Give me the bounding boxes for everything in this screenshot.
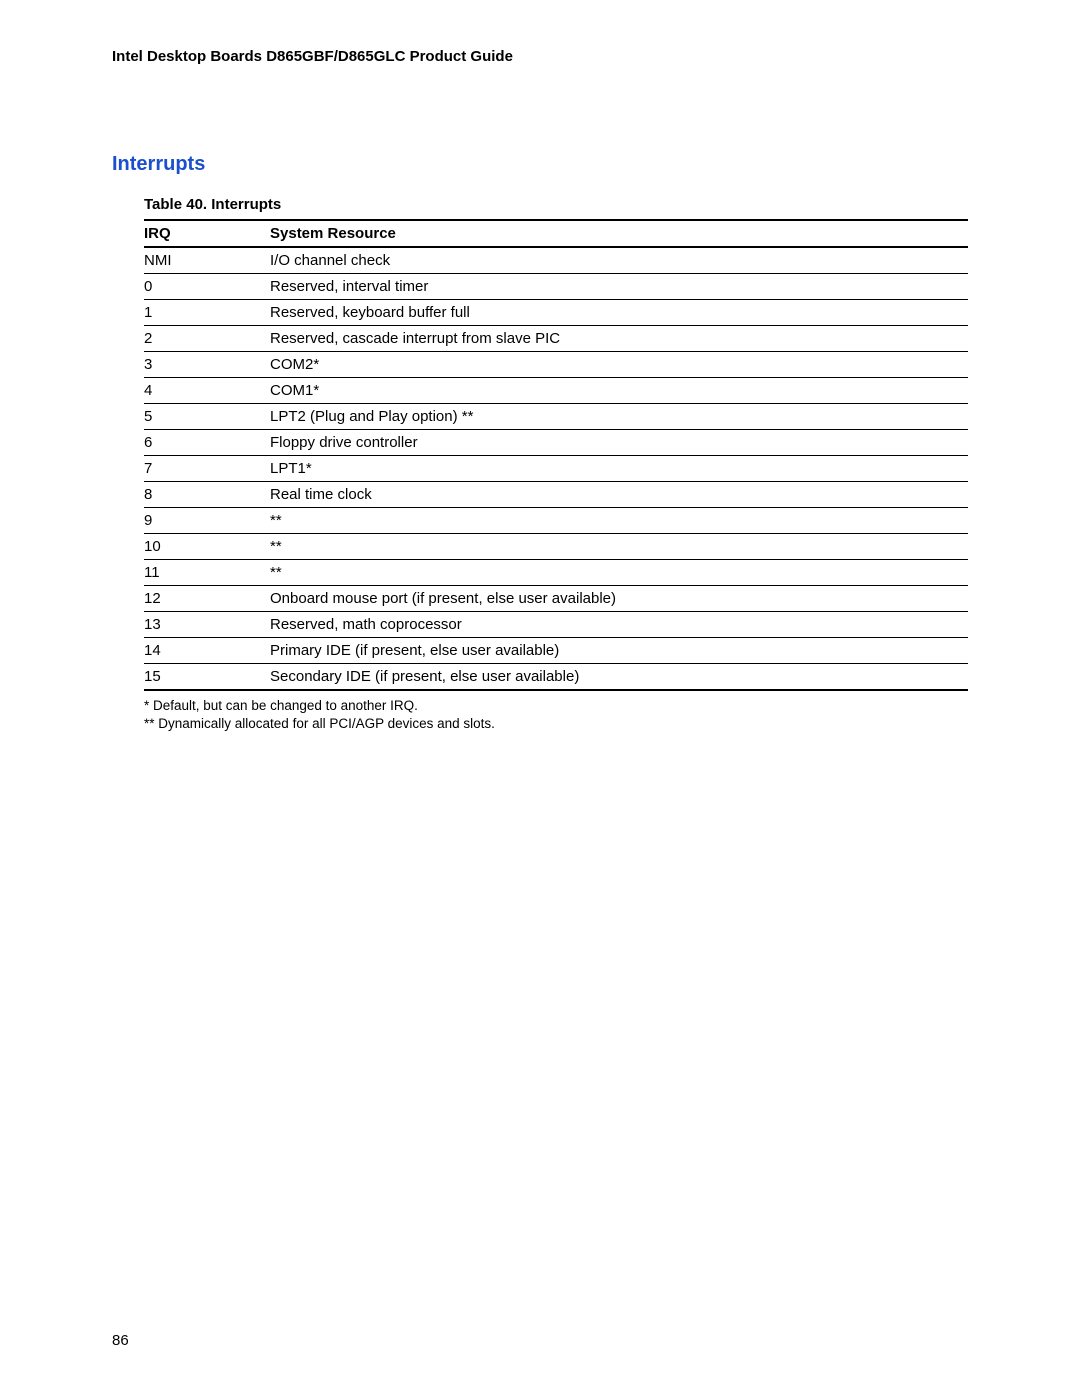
cell-irq: 15: [144, 664, 270, 691]
cell-irq: 11: [144, 560, 270, 586]
table-row: 13Reserved, math coprocessor: [144, 612, 968, 638]
cell-resource: Reserved, cascade interrupt from slave P…: [270, 326, 968, 352]
table-row: 6Floppy drive controller: [144, 430, 968, 456]
cell-resource: COM2*: [270, 352, 968, 378]
cell-resource: Floppy drive controller: [270, 430, 968, 456]
running-header: Intel Desktop Boards D865GBF/D865GLC Pro…: [112, 48, 968, 65]
cell-resource: **: [270, 560, 968, 586]
cell-irq: 9: [144, 508, 270, 534]
cell-resource: Reserved, interval timer: [270, 274, 968, 300]
cell-resource: **: [270, 508, 968, 534]
table-row: 4COM1*: [144, 378, 968, 404]
cell-resource: Reserved, keyboard buffer full: [270, 300, 968, 326]
cell-irq: 13: [144, 612, 270, 638]
cell-irq: 6: [144, 430, 270, 456]
cell-irq: 2: [144, 326, 270, 352]
cell-irq: 1: [144, 300, 270, 326]
table-row: 9**: [144, 508, 968, 534]
section-heading-interrupts: Interrupts: [112, 153, 968, 176]
table-row: 10**: [144, 534, 968, 560]
cell-resource: Secondary IDE (if present, else user ava…: [270, 664, 968, 691]
column-header-irq: IRQ: [144, 220, 270, 247]
interrupts-table: IRQ System Resource NMII/O channel check…: [144, 219, 968, 691]
table-row: 5LPT2 (Plug and Play option) **: [144, 404, 968, 430]
cell-irq: 10: [144, 534, 270, 560]
cell-irq: 7: [144, 456, 270, 482]
cell-irq: 8: [144, 482, 270, 508]
cell-irq: 0: [144, 274, 270, 300]
table-row: 11**: [144, 560, 968, 586]
cell-irq: 12: [144, 586, 270, 612]
table-row: 3COM2*: [144, 352, 968, 378]
table-row: 7LPT1*: [144, 456, 968, 482]
cell-resource: LPT2 (Plug and Play option) **: [270, 404, 968, 430]
page-number: 86: [112, 1332, 129, 1349]
cell-irq: 4: [144, 378, 270, 404]
footnote-2: ** Dynamically allocated for all PCI/AGP…: [144, 715, 968, 733]
cell-irq: 14: [144, 638, 270, 664]
cell-resource: Reserved, math coprocessor: [270, 612, 968, 638]
table-row: 2Reserved, cascade interrupt from slave …: [144, 326, 968, 352]
cell-resource: **: [270, 534, 968, 560]
cell-resource: Real time clock: [270, 482, 968, 508]
cell-resource: LPT1*: [270, 456, 968, 482]
footnote-1: * Default, but can be changed to another…: [144, 697, 968, 715]
table-row: 12Onboard mouse port (if present, else u…: [144, 586, 968, 612]
table-row: 15Secondary IDE (if present, else user a…: [144, 664, 968, 691]
table-row: 1Reserved, keyboard buffer full: [144, 300, 968, 326]
table-row: 8Real time clock: [144, 482, 968, 508]
cell-resource: Onboard mouse port (if present, else use…: [270, 586, 968, 612]
table-row: 14Primary IDE (if present, else user ava…: [144, 638, 968, 664]
table-caption: Table 40. Interrupts: [144, 196, 968, 213]
column-header-resource: System Resource: [270, 220, 968, 247]
table-row: NMII/O channel check: [144, 247, 968, 274]
footnotes: * Default, but can be changed to another…: [144, 697, 968, 733]
cell-irq: NMI: [144, 247, 270, 274]
cell-resource: COM1*: [270, 378, 968, 404]
cell-resource: I/O channel check: [270, 247, 968, 274]
cell-irq: 5: [144, 404, 270, 430]
table-row: 0Reserved, interval timer: [144, 274, 968, 300]
cell-resource: Primary IDE (if present, else user avail…: [270, 638, 968, 664]
cell-irq: 3: [144, 352, 270, 378]
